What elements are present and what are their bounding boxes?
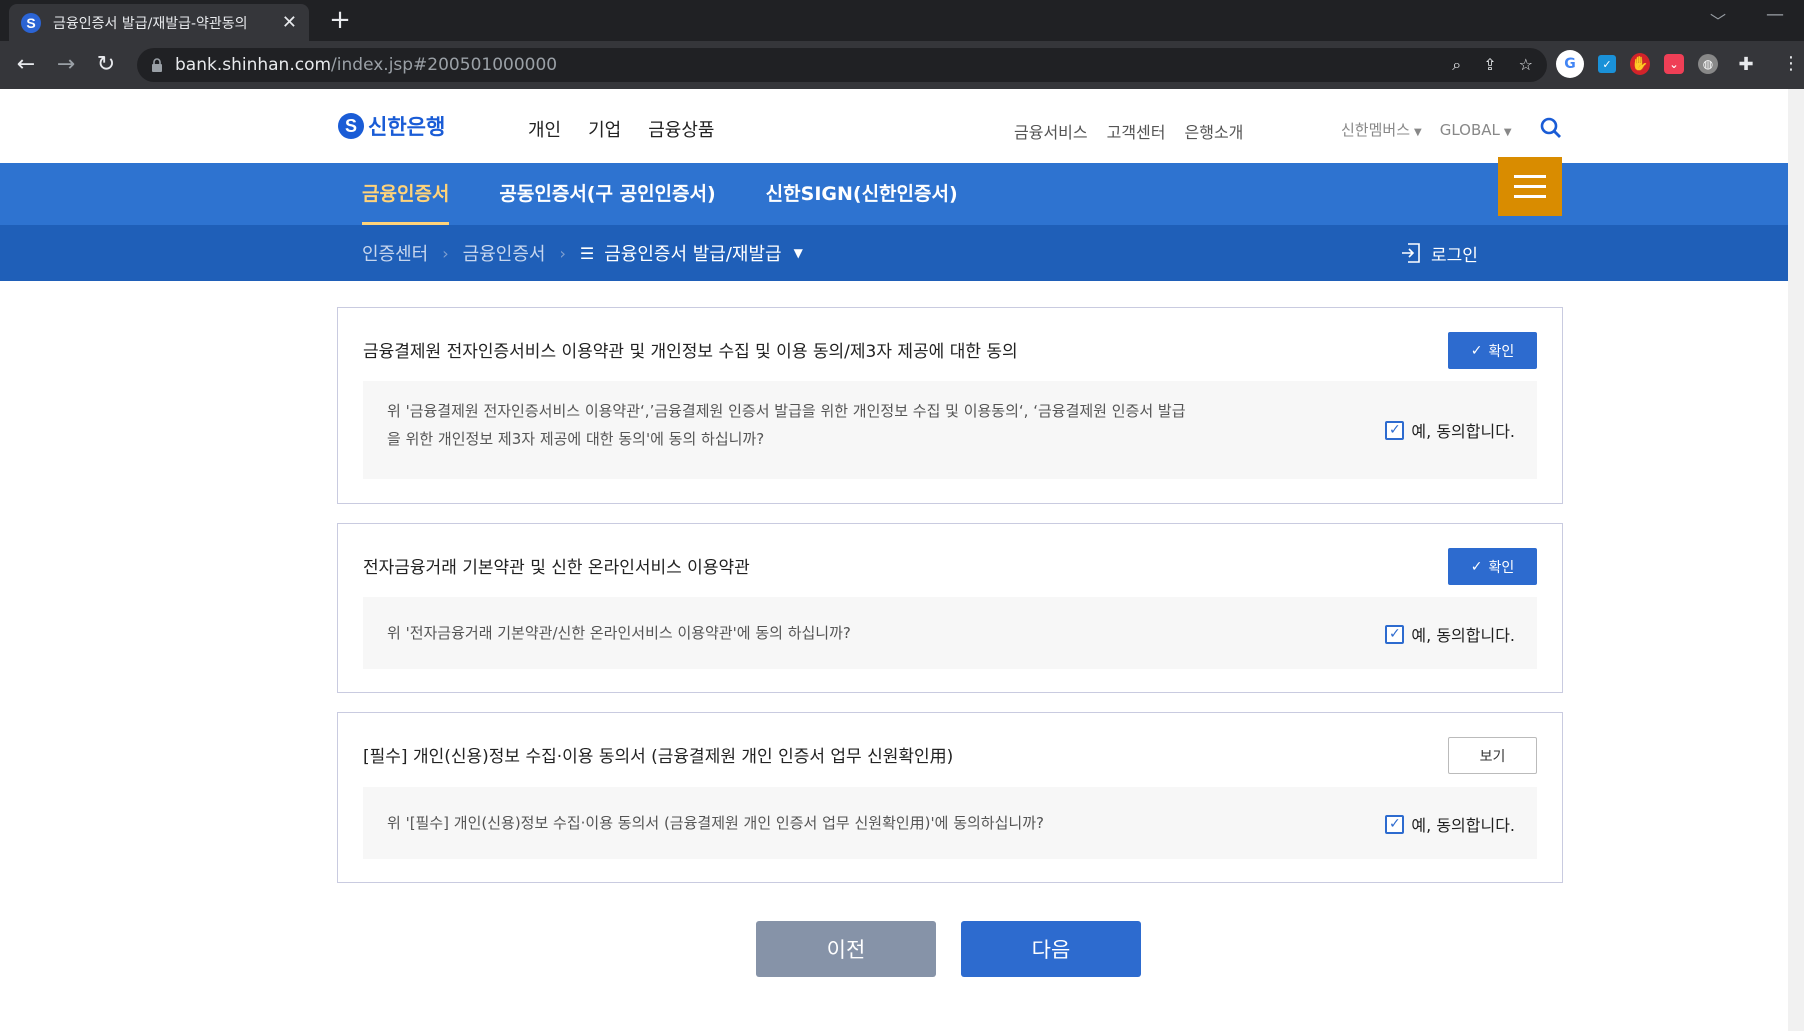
pocket-extension-icon[interactable]: ⌄ [1664,54,1684,74]
login-label: 로그인 [1431,245,1478,266]
adblock-extension-icon[interactable]: ✋ [1630,53,1650,75]
menu-corporate[interactable]: 기업 [588,116,621,142]
agreement-text: 위 '[필수] 개인(신용)정보 수집·이용 동의서 (금융결제원 개인 인증서… [387,814,1044,832]
confirm-label: 확인 [1488,559,1515,576]
check-icon: ✓ [1470,558,1483,575]
checkbox-checked-icon: ✓ [1385,420,1405,440]
url-path: /index.jsp#200501000000 [331,55,558,75]
url-host: bank.shinhan.com [175,55,332,75]
menu-global[interactable]: GLOBAL ▼ [1440,121,1512,139]
share-icon[interactable]: ⇪ [1483,55,1496,75]
agreement-title: 전자금융거래 기본약관 및 신한 온라인서비스 이용약관 [363,558,750,578]
view-button[interactable]: 보기 [1448,737,1537,774]
main-menu: 개인 기업 금융상품 [528,116,715,142]
agree-label: 예, 동의합니다. [1411,816,1515,835]
search-icon[interactable] [1540,117,1562,139]
site-favicon-icon: S [21,12,41,33]
new-tab-button[interactable]: + [325,5,355,35]
browser-tab[interactable]: S 금융인증서 발급/재발급-약관동의 ✕ [9,4,309,41]
members-label: 신한멤버스 [1341,121,1411,139]
back-icon[interactable]: ← [12,51,40,79]
agreement-text: 위 '금융결제원 전자인증서비스 이용약관‘,’금융결제원 인증서 발급을 위한… [387,397,1287,453]
reload-icon[interactable]: ↻ [92,51,120,79]
breadcrumb-item[interactable]: 금융인증서 [463,240,546,266]
menu-personal[interactable]: 개인 [528,116,561,142]
agreement-box-2: 전자금융거래 기본약관 및 신한 온라인서비스 이용약관 ✓ 확인 위 '전자금융… [337,523,1563,693]
tab-shinhan-sign[interactable]: 신한SIGN(신한인증서) [766,163,958,225]
chevron-right-icon: › [442,243,449,263]
agreement-text: 위 '전자금융거래 기본약관/신한 온라인서비스 이용약관'에 동의 하십니까? [387,624,851,642]
list-icon: ☰ [579,243,595,263]
browser-menu-icon[interactable]: ⋮ [1782,53,1800,77]
caret-down-icon: ▼ [793,246,803,260]
global-label: GLOBAL [1439,120,1500,139]
breadcrumb-current-dropdown[interactable]: ☰ 금융인증서 발급/재발급 ▼ [580,240,803,266]
agree-checkbox[interactable]: ✓ 예, 동의합니다. [1385,812,1515,836]
logo-mark-icon: S [338,113,364,139]
caret-down-icon: ▼ [1414,127,1422,138]
agreement-body: 위 '전자금융거래 기본약관/신한 온라인서비스 이용약관'에 동의 하십니까?… [363,597,1537,669]
caret-down-icon: ▼ [1503,126,1512,138]
agree-label: 예, 동의합니다. [1411,626,1515,645]
breadcrumb-item[interactable]: 인증센터 [362,240,428,266]
menu-customer-center[interactable]: 고객센터 [1107,119,1166,143]
hamburger-menu-button[interactable] [1498,157,1562,216]
agreement-box-1: 금융결제원 전자인증서비스 이용약관 및 개인정보 수집 및 이용 동의/제3자… [337,307,1563,504]
page-scrollbar[interactable] [1788,89,1804,1031]
agreement-title: 금융결제원 전자인증서비스 이용약관 및 개인정보 수집 및 이용 동의/제3자… [363,342,1018,362]
agreement-body: 위 '[필수] 개인(신용)정보 수집·이용 동의서 (금융결제원 개인 인증서… [363,787,1537,859]
breadcrumb-current: 금융인증서 발급/재발급 [604,244,782,265]
menu-products[interactable]: 금융상품 [648,116,714,142]
breadcrumb: 인증센터 › 금융인증서 › ☰ 금융인증서 발급/재발급 ▼ 로그인 [0,225,1788,281]
browser-toolbar: ← → ↻ bank.shinhan.com/index.jsp#2005010… [0,41,1804,89]
prev-button[interactable]: 이전 [756,921,936,977]
logo-text: 신한은행 [368,115,446,139]
menu-bank-intro[interactable]: 은행소개 [1185,119,1244,143]
web-page: S 신한은행 개인 기업 금융상품 금융서비스 고객센터 은행소개 신한멤버스 ▼… [0,89,1804,1031]
chevron-right-icon: › [559,243,566,263]
util-menu: 신한멤버스 ▼ GLOBAL ▼ [1341,119,1512,140]
step-buttons: 이전 다음 [756,921,1141,977]
agree-checkbox[interactable]: ✓ 예, 동의합니다. [1385,622,1515,646]
tab-joint-certificate[interactable]: 공동인증서(구 공인인증서) [499,163,715,225]
globe-extension-icon[interactable]: ◍ [1698,54,1718,74]
confirm-button[interactable]: ✓ 확인 [1448,548,1537,585]
agree-checkbox[interactable]: ✓ 예, 동의합니다. [1385,418,1515,442]
tab-financial-certificate[interactable]: 금융인증서 [362,163,450,225]
check-icon: ✓ [1470,342,1483,359]
agree-label: 예, 동의합니다. [1411,422,1515,441]
login-link[interactable]: 로그인 [1399,225,1478,281]
tab-close-icon[interactable]: ✕ [282,12,297,33]
menu-financial-services[interactable]: 금융서비스 [1014,119,1088,143]
zoom-icon[interactable]: ⌕ [1452,55,1461,75]
checkbox-checked-icon: ✓ [1385,814,1405,834]
confirm-button[interactable]: ✓ 확인 [1448,332,1537,369]
menu-shinhan-members[interactable]: 신한멤버스 ▼ [1341,119,1422,140]
shinhan-logo[interactable]: S 신한은행 [338,111,445,141]
forward-icon[interactable]: → [52,51,80,79]
window-minimize-icon[interactable]: — [1766,4,1784,25]
tab-title: 금융인증서 발급/재발급-약관동의 [53,15,248,32]
bookmark-star-icon[interactable]: ☆ [1519,55,1533,75]
lock-icon [152,58,162,72]
todo-extension-icon[interactable]: ✓ [1598,55,1616,73]
agreement-text-line: 을 위한 개인정보 제3자 제공에 대한 동의'에 동의 하십니까? [387,430,765,448]
next-button[interactable]: 다음 [961,921,1141,977]
global-nav: S 신한은행 개인 기업 금융상품 금융서비스 고객센터 은행소개 신한멤버스 ▼… [0,89,1788,163]
confirm-label: 확인 [1488,343,1515,360]
sub-menu: 금융서비스 고객센터 은행소개 [1014,119,1243,143]
agreement-box-3: [필수] 개인(신용)정보 수집·이용 동의서 (금융결제원 개인 인증서 업무… [337,712,1563,883]
address-bar[interactable]: bank.shinhan.com/index.jsp#200501000000 … [137,48,1547,82]
checkbox-checked-icon: ✓ [1385,624,1405,644]
translate-extension-icon[interactable]: G [1556,50,1584,78]
extensions-puzzle-icon[interactable]: ✚ [1732,50,1760,78]
agreement-text-line: 위 '금융결제원 전자인증서비스 이용약관‘,’금융결제원 인증서 발급을 위한… [387,402,1186,420]
tab-search-icon[interactable]: ﹀ [1710,8,1726,32]
login-icon [1402,243,1420,263]
agreement-title: [필수] 개인(신용)정보 수집·이용 동의서 (금융결제원 개인 인증서 업무… [363,747,954,767]
browser-tab-bar: S 금융인증서 발급/재발급-약관동의 ✕ + ﹀ — [0,0,1804,41]
agreement-body: 위 '금융결제원 전자인증서비스 이용약관‘,’금융결제원 인증서 발급을 위한… [363,381,1537,479]
